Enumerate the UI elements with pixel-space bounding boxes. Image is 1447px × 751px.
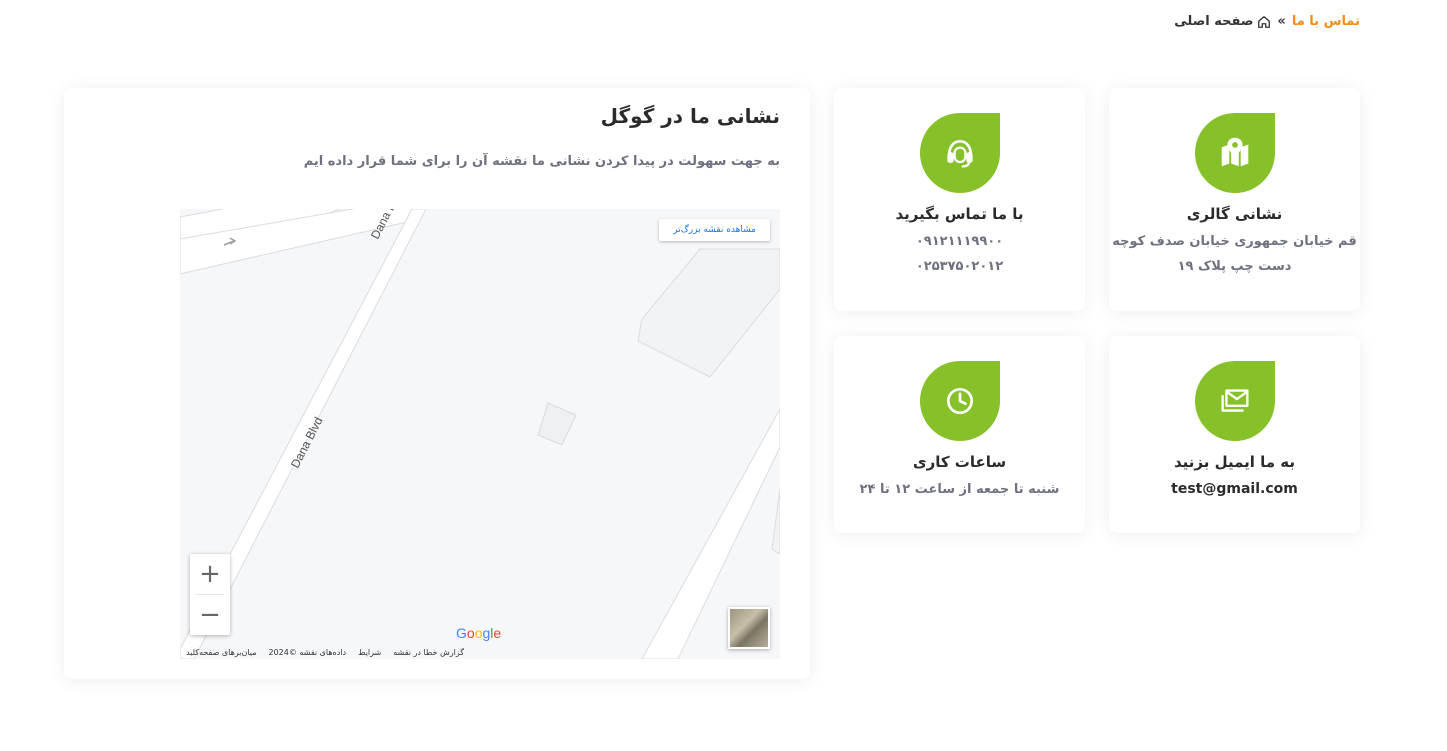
email-address[interactable]: test@gmail.com [1109, 477, 1360, 502]
google-map[interactable]: Dana Blvd Dana Blvd مشاهده نقشه بزرگ‌تر … [180, 209, 780, 659]
map-section-title: نشانی ما در گوگل [600, 104, 780, 128]
hours-icon-badge [919, 361, 1000, 441]
phone-title: با ما تماس بگیرید [895, 205, 1024, 223]
zoom-out-button[interactable]: − [190, 595, 230, 635]
hours-text: شنبه تا جمعه از ساعت ۱۲ تا ۲۴ [859, 482, 1060, 497]
phone-number-1[interactable]: ۰۹۱۲۱۱۱۹۹۰۰ [834, 229, 1085, 254]
keyboard-shortcuts-link[interactable]: میان‌برهای صفحه‌کلید [186, 648, 256, 657]
phone-card: با ما تماس بگیرید ۰۹۱۲۱۱۱۹۹۰۰ ۰۲۵۳۷۵۰۲۰۱… [834, 88, 1085, 311]
address-line-2: دست چپ پلاک ۱۹ [1177, 259, 1292, 274]
clock-icon [946, 387, 973, 415]
breadcrumb-current: تماس با ما [1291, 14, 1360, 29]
map-attribution: میان‌برهای صفحه‌کلید داده‌های نقشه ©2024… [186, 648, 464, 657]
hours-title: ساعات کاری [912, 453, 1007, 471]
map-canvas[interactable] [180, 209, 780, 659]
hours-card: ساعات کاری شنبه تا جمعه از ساعت ۱۲ تا ۲۴ [834, 336, 1085, 533]
address-line-1: قم خیابان جمهوری خیابان صدف کوچه [1112, 234, 1357, 249]
mail-icon [1220, 389, 1249, 412]
zoom-in-button[interactable]: + [190, 554, 230, 594]
phone-icon-badge [919, 113, 1000, 193]
google-logo: Google [456, 625, 502, 641]
satellite-toggle[interactable] [728, 607, 770, 649]
report-error-link[interactable]: گزارش خطا در نقشه [393, 648, 464, 657]
breadcrumb-home-label: صفحه اصلی [1174, 14, 1254, 29]
zoom-control: + − [190, 554, 230, 635]
email-title: به ما ایمیل بزنید [1173, 453, 1296, 471]
phone-number-2[interactable]: ۰۲۵۳۷۵۰۲۰۱۲ [834, 254, 1085, 279]
headset-icon [946, 139, 973, 168]
map-pin-icon [1221, 137, 1248, 167]
terms-link[interactable]: شرایط [358, 648, 381, 657]
map-section-subtitle: به جهت سهولت در پیدا کردن نشانی ما نقشه … [303, 154, 780, 169]
email-card: به ما ایمیل بزنید test@gmail.com [1109, 336, 1360, 533]
breadcrumb: صفحه اصلی » تماس با ما [1174, 14, 1360, 29]
map-card: نشانی ما در گوگل به جهت سهولت در پیدا کر… [64, 88, 810, 679]
view-larger-map-link[interactable]: مشاهده نقشه بزرگ‌تر [659, 219, 770, 241]
address-title: نشانی گالری [1186, 205, 1283, 223]
address-icon-badge [1194, 113, 1275, 193]
address-card: نشانی گالری قم خیابان جمهوری خیابان صدف … [1109, 88, 1360, 311]
breadcrumb-home-link[interactable]: صفحه اصلی [1174, 14, 1271, 29]
breadcrumb-separator: » [1277, 14, 1286, 29]
map-data-text: داده‌های نقشه ©2024 [268, 648, 347, 657]
home-icon [1258, 15, 1271, 28]
email-icon-badge [1194, 361, 1275, 441]
